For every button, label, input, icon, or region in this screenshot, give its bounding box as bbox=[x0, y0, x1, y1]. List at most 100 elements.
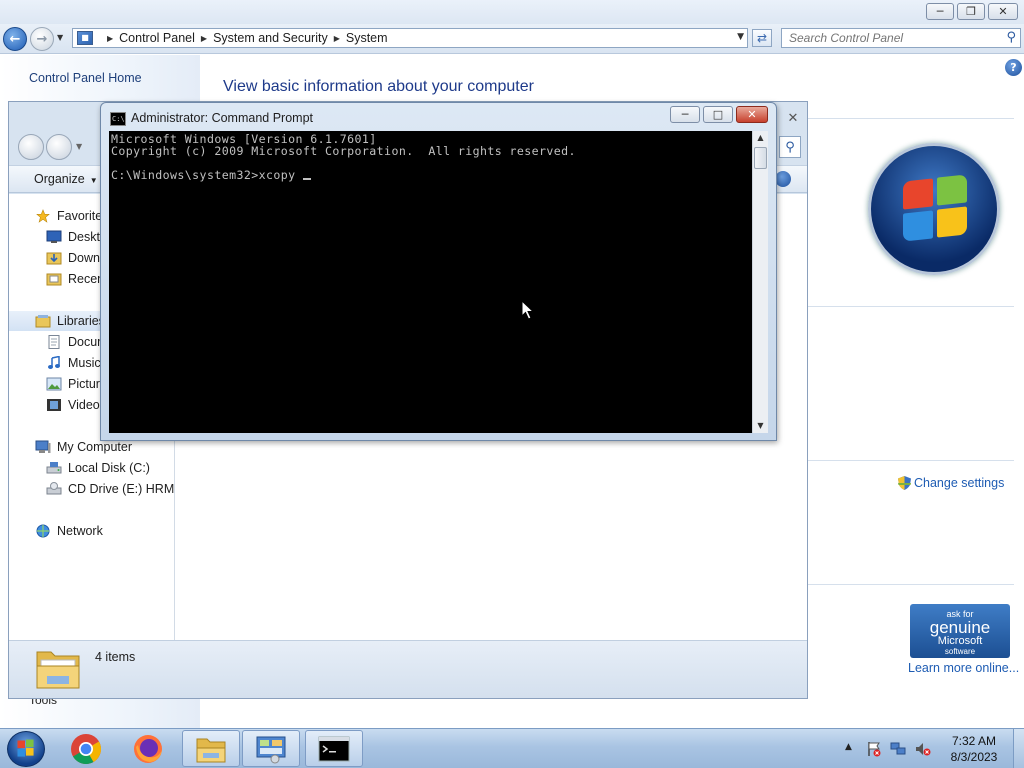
vertical-scrollbar[interactable]: ▲ ▼ bbox=[752, 131, 768, 433]
window-title: Administrator: Command Prompt bbox=[131, 111, 314, 125]
command-prompt-window: C:\ Administrator: Command Prompt ─ □ ✕ … bbox=[100, 102, 777, 441]
address-dropdown-icon[interactable]: ▼ bbox=[737, 32, 744, 42]
chevron-down-icon: ▼ bbox=[89, 176, 98, 185]
section-divider bbox=[806, 584, 1014, 585]
chrome-icon bbox=[71, 733, 102, 764]
computer-icon bbox=[35, 440, 51, 453]
section-divider bbox=[806, 460, 1014, 461]
restore-button[interactable]: ❐ bbox=[957, 3, 985, 20]
taskbar-control-panel[interactable] bbox=[242, 730, 300, 767]
nav-item-network[interactable]: Network bbox=[9, 521, 174, 541]
organize-label: Organize bbox=[34, 172, 85, 186]
uac-shield-icon bbox=[898, 476, 911, 490]
section-divider bbox=[806, 118, 1014, 119]
local-disk-icon bbox=[46, 462, 62, 474]
nav-item-label: Libraries bbox=[57, 314, 105, 328]
command-input[interactable]: C:\Windows\system32>xcopy bbox=[111, 168, 303, 182]
breadcrumb-separator-icon: ▶ bbox=[107, 33, 114, 43]
change-settings-link[interactable]: Change settings bbox=[898, 476, 1004, 490]
maximize-button[interactable]: □ bbox=[703, 106, 733, 123]
taskbar-windows-explorer[interactable] bbox=[182, 730, 240, 767]
console-prompt-line: C:\Windows\system32>xcopy bbox=[111, 169, 752, 181]
scroll-up-icon[interactable]: ▲ bbox=[753, 131, 768, 145]
genuine-microsoft-badge[interactable]: ask for genuine Microsoft software bbox=[910, 604, 1010, 658]
nav-item-label: CD Drive (E:) HRM_CCSA_X64FRE_EN-US_DV5 bbox=[68, 482, 175, 496]
learn-more-online-link[interactable]: Learn more online... bbox=[908, 661, 1019, 675]
mouse-pointer-icon bbox=[521, 300, 535, 320]
control-panel-icon bbox=[256, 736, 286, 763]
clock-time: 7:32 AM bbox=[951, 734, 997, 748]
volume-muted-icon[interactable] bbox=[915, 741, 931, 757]
breadcrumb-system-and-security[interactable]: System and Security bbox=[213, 31, 328, 45]
videos-icon bbox=[47, 399, 61, 411]
taskbar-firefox[interactable] bbox=[119, 730, 177, 767]
command-prompt-icon bbox=[318, 736, 350, 761]
details-pane: 4 items bbox=[9, 640, 807, 698]
nav-item-cd-drive[interactable]: CD Drive (E:) HRM_CCSA_X64FRE_EN-US_DV5 bbox=[9, 479, 175, 499]
back-button[interactable]: ← bbox=[3, 27, 27, 51]
clock-date: 8/3/2023 bbox=[950, 750, 998, 764]
star-icon bbox=[36, 209, 50, 223]
control-panel-icon: ■ bbox=[77, 31, 93, 45]
forward-button[interactable]: → bbox=[30, 27, 54, 51]
search-icon[interactable]: ⚲ bbox=[779, 136, 801, 158]
close-button[interactable]: ✕ bbox=[736, 106, 768, 123]
command-prompt-icon[interactable]: C:\ bbox=[110, 112, 126, 126]
scrollbar-thumb[interactable] bbox=[754, 147, 767, 169]
nav-item-label: Music bbox=[68, 356, 101, 370]
show-hidden-icons-button[interactable]: ▲ bbox=[845, 742, 852, 752]
start-button[interactable] bbox=[7, 731, 45, 767]
recent-pages-dropdown[interactable]: ▼ bbox=[57, 33, 63, 42]
taskbar-command-prompt[interactable] bbox=[305, 730, 363, 767]
forward-button[interactable] bbox=[46, 134, 72, 160]
change-settings-label[interactable]: Change settings bbox=[914, 476, 1004, 490]
search-input[interactable] bbox=[782, 29, 992, 47]
control-panel-titlebar: ─ ❐ ✕ bbox=[0, 0, 1024, 24]
help-icon[interactable]: ? bbox=[1005, 59, 1022, 76]
control-panel-home-link[interactable]: Control Panel Home bbox=[29, 71, 142, 85]
taskbar-chrome[interactable] bbox=[57, 730, 115, 767]
network-status-icon[interactable] bbox=[890, 741, 906, 757]
breadcrumb-separator-icon[interactable]: ▶ bbox=[201, 34, 207, 43]
genuine-badge-line4: software bbox=[944, 647, 976, 656]
system-clock[interactable]: 7:32 AM 8/3/2023 bbox=[945, 733, 1003, 765]
nav-item-label: Network bbox=[57, 524, 103, 538]
close-button[interactable]: ✕ bbox=[781, 108, 805, 128]
address-bar[interactable]: ■ ▶ Control Panel ▶ System and Security … bbox=[72, 28, 748, 48]
pictures-icon bbox=[46, 377, 62, 391]
firefox-icon bbox=[134, 734, 162, 763]
text-cursor bbox=[302, 178, 311, 180]
page-title: View basic information about your comput… bbox=[223, 78, 534, 95]
search-box[interactable]: ⚲ bbox=[781, 28, 1021, 48]
recent-pages-dropdown[interactable]: ▼ bbox=[76, 142, 82, 151]
minimize-button[interactable]: ─ bbox=[926, 3, 954, 20]
close-button[interactable]: ✕ bbox=[988, 3, 1018, 20]
windows-logo-icon bbox=[17, 739, 34, 757]
libraries-icon bbox=[35, 315, 51, 328]
breadcrumb-system[interactable]: System bbox=[346, 31, 388, 45]
cd-drive-icon bbox=[46, 482, 62, 495]
help-icon[interactable] bbox=[775, 171, 791, 187]
back-button[interactable] bbox=[18, 134, 44, 160]
console-output[interactable]: Microsoft Windows [Version 6.1.7601] Cop… bbox=[109, 131, 752, 433]
breadcrumb-separator-icon[interactable]: ▶ bbox=[334, 34, 340, 43]
show-desktop-button[interactable] bbox=[1013, 729, 1024, 768]
scroll-down-icon[interactable]: ▼ bbox=[753, 419, 768, 433]
network-icon bbox=[36, 524, 50, 538]
refresh-button[interactable]: ⇄ bbox=[752, 29, 772, 47]
documents-icon bbox=[48, 335, 60, 349]
section-divider bbox=[806, 306, 1014, 307]
item-count: 4 items bbox=[95, 650, 136, 664]
windows-explorer-icon bbox=[196, 738, 226, 762]
nav-item-local-disk[interactable]: Local Disk (C:) bbox=[9, 458, 174, 478]
breadcrumb-control-panel[interactable]: Control Panel bbox=[119, 31, 195, 45]
organize-button[interactable]: Organize ▼ bbox=[34, 172, 98, 186]
downloads-folder-icon bbox=[46, 252, 62, 265]
nav-item-label: My Computer bbox=[57, 440, 133, 454]
taskbar: ▲ 7:32 AM 8/3/2023 bbox=[0, 728, 1024, 768]
action-center-icon[interactable] bbox=[866, 741, 882, 757]
console-line: Copyright (c) 2009 Microsoft Corporation… bbox=[111, 144, 576, 158]
minimize-button[interactable]: ─ bbox=[670, 106, 700, 123]
search-icon[interactable]: ⚲ bbox=[1006, 30, 1016, 45]
folder-icon bbox=[36, 651, 80, 689]
